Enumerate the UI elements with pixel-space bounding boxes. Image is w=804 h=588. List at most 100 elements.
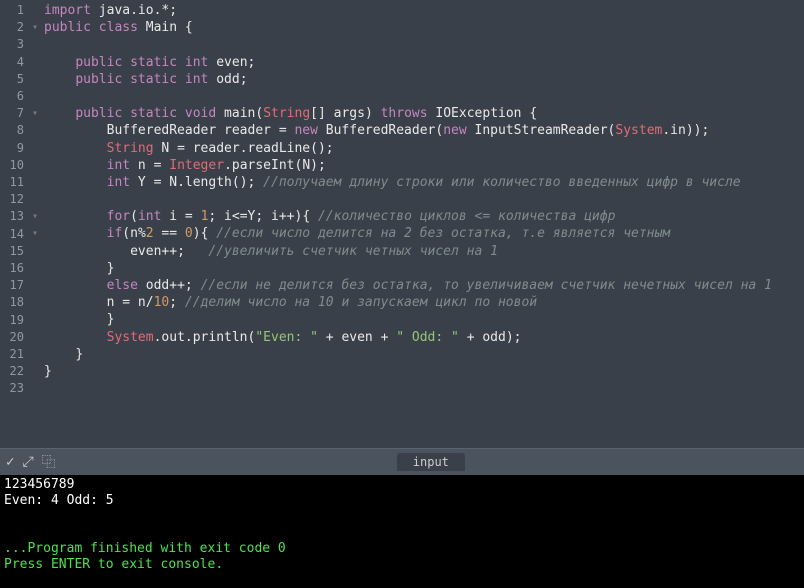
tab-input[interactable]: input [397, 453, 465, 471]
code-token [44, 312, 107, 327]
fold-spacer [32, 363, 42, 380]
code-line[interactable]: public static int even; [44, 54, 804, 71]
fold-marker-icon[interactable]: ▾ [32, 225, 42, 242]
code-line[interactable]: else odd++; //если не делится без остатк… [44, 277, 804, 294]
line-number: 20 [0, 329, 24, 346]
code-token: ; [169, 3, 177, 18]
code-token [44, 55, 75, 70]
code-editor[interactable]: 1234567891011121314151617181920212223 ▾▾… [0, 0, 804, 448]
code-token [44, 175, 107, 190]
console-output[interactable]: 123456789Even: 4 Odd: 5 ...Program finis… [0, 475, 804, 588]
code-token [44, 209, 107, 224]
check-icon[interactable]: ✓ [6, 454, 14, 470]
code-token: } [75, 347, 83, 362]
fold-spacer [32, 174, 42, 191]
code-line[interactable]: public static int odd; [44, 71, 804, 88]
code-token: / [146, 295, 154, 310]
code-line[interactable]: for(int i = 1; i<=Y; i++){ //количество … [44, 208, 804, 225]
code-token [44, 278, 107, 293]
code-line[interactable]: public class Main { [44, 19, 804, 36]
fold-spacer [32, 54, 42, 71]
code-line[interactable] [44, 191, 804, 208]
fold-marker-icon[interactable]: ▾ [32, 105, 42, 122]
code-token [44, 158, 107, 173]
code-line[interactable]: if(n%2 == 0){ //если число делится на 2 … [44, 225, 804, 242]
code-line[interactable] [44, 380, 804, 397]
code-token: } [107, 261, 115, 276]
code-token: public [75, 55, 122, 70]
code-token: //если не делится без остатка, то увелич… [201, 278, 772, 293]
console-line [4, 525, 800, 541]
code-line[interactable] [44, 36, 804, 53]
code-line[interactable]: int Y = N.length(); //получаем длину стр… [44, 174, 804, 191]
code-line[interactable]: BufferedReader reader = new BufferedRead… [44, 122, 804, 139]
code-token [91, 20, 99, 35]
code-token [44, 141, 107, 156]
code-token: } [44, 364, 52, 379]
fold-spacer [32, 311, 42, 328]
code-token: = [177, 141, 185, 156]
fold-spacer [32, 260, 42, 277]
code-token: new [443, 123, 466, 138]
line-number: 16 [0, 260, 24, 277]
code-token: import [44, 3, 91, 18]
line-number: 5 [0, 71, 24, 88]
line-number: 4 [0, 54, 24, 71]
code-token: int [185, 72, 208, 87]
code-token: even [334, 330, 381, 345]
code-token: odd [138, 278, 169, 293]
code-token [122, 72, 130, 87]
code-token: = [279, 123, 287, 138]
fold-spacer [32, 122, 42, 139]
code-token: n [130, 158, 153, 173]
code-line[interactable] [44, 88, 804, 105]
code-token: Y; i [248, 209, 279, 224]
code-line[interactable]: } [44, 346, 804, 363]
code-token: else [107, 278, 138, 293]
line-number: 9 [0, 140, 24, 157]
code-token: //делим число на 10 и запускаем цикл по … [185, 295, 537, 310]
code-content[interactable]: import java.io.*;public class Main { pub… [42, 0, 804, 448]
console-line: ...Program finished with exit code 0 [4, 541, 800, 557]
code-line[interactable]: public static void main(String[] args) t… [44, 105, 804, 122]
code-line[interactable]: System.out.println("Even: " + even + " O… [44, 329, 804, 346]
fold-gutter[interactable]: ▾▾▾▾ [32, 0, 42, 448]
code-token: ) [193, 226, 201, 241]
code-token: .parseInt(N); [224, 158, 326, 173]
line-number: 2 [0, 19, 24, 36]
code-line[interactable]: } [44, 363, 804, 380]
code-line[interactable]: even++; //увеличить счетчик четных чисел… [44, 243, 804, 260]
code-line[interactable]: n = n/10; //делим число на 10 и запускае… [44, 294, 804, 311]
code-token: String [107, 141, 154, 156]
fold-spacer [32, 243, 42, 260]
fold-marker-icon[interactable]: ▾ [32, 19, 42, 36]
code-token: int [107, 158, 130, 173]
copy-icon[interactable]: ⿻ [42, 452, 56, 472]
code-token: ++ [161, 244, 177, 259]
code-token: ++ [169, 278, 185, 293]
code-token [44, 72, 75, 87]
code-token: = [122, 295, 130, 310]
expand-icon[interactable]: ⤢ [22, 454, 33, 470]
code-token: = [185, 209, 193, 224]
code-line[interactable]: int n = Integer.parseInt(N); [44, 157, 804, 174]
code-token: String [263, 106, 310, 121]
code-token: Y [130, 175, 153, 190]
code-token: for [107, 209, 130, 224]
code-token: Main [138, 20, 185, 35]
code-line[interactable]: String N = reader.readLine(); [44, 140, 804, 157]
line-number: 3 [0, 36, 24, 53]
code-token: } [107, 312, 115, 327]
code-token: ; [169, 295, 185, 310]
code-token [44, 347, 75, 362]
code-token: if [107, 226, 123, 241]
code-token: class [99, 20, 138, 35]
line-number: 18 [0, 294, 24, 311]
code-line[interactable]: import java.io.*; [44, 2, 804, 19]
code-token: main( [216, 106, 263, 121]
fold-marker-icon[interactable]: ▾ [32, 208, 42, 225]
code-token [177, 226, 185, 241]
code-line[interactable]: } [44, 260, 804, 277]
code-line[interactable]: } [44, 311, 804, 328]
code-token: N [154, 141, 177, 156]
